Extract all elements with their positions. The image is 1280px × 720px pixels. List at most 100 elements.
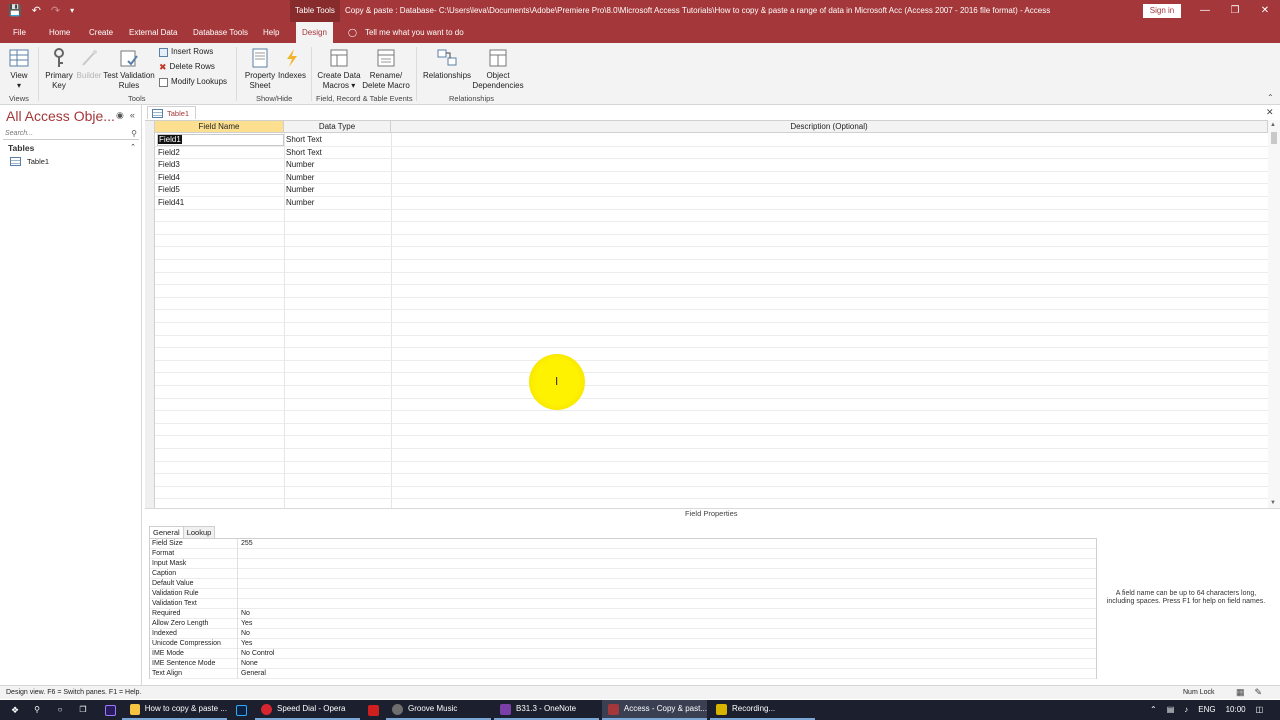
modify-lookups-button[interactable]: Modify Lookups <box>159 77 227 87</box>
datasheet-view-icon[interactable]: ▦ <box>1236 686 1245 699</box>
property-row[interactable]: Field Size 255 <box>150 539 1096 549</box>
table-row[interactable] <box>155 210 1268 223</box>
nav-group-tables[interactable]: Tables ⌃ <box>8 143 136 153</box>
field-name-cell[interactable]: Field2 <box>155 147 180 159</box>
table-row[interactable] <box>155 273 1268 286</box>
field-name-cell[interactable]: Field41 <box>155 197 184 209</box>
minimize-icon[interactable]: — <box>1190 0 1220 22</box>
undo-icon[interactable]: ↶ <box>32 4 41 18</box>
table-row[interactable] <box>155 449 1268 462</box>
start-button[interactable]: ❖ <box>5 700 25 720</box>
table-row[interactable] <box>155 260 1268 273</box>
row-selector-column[interactable] <box>145 121 155 509</box>
table-row[interactable] <box>155 298 1268 311</box>
clock[interactable]: 10:00 <box>1226 700 1246 720</box>
table-row[interactable] <box>155 373 1268 386</box>
field-name-cell[interactable]: Field4 <box>155 172 180 184</box>
tab-create[interactable]: Create <box>89 22 113 43</box>
data-type-cell[interactable]: Number <box>283 197 314 209</box>
column-header-description[interactable]: Description (Optional) <box>391 121 1268 133</box>
taskbar-item-opera[interactable]: Speed Dial - Opera <box>255 700 360 720</box>
scroll-up-icon[interactable]: ▲ <box>1270 122 1276 128</box>
collapse-group-icon[interactable]: ⌃ <box>130 143 136 151</box>
tab-external-data[interactable]: External Data <box>129 22 177 43</box>
customize-qat-icon[interactable]: ▾ <box>70 4 74 18</box>
table-row[interactable] <box>155 436 1268 449</box>
table-row[interactable]: Field3 Number <box>155 159 1268 172</box>
property-row[interactable]: Text Align General <box>150 669 1096 679</box>
restore-icon[interactable]: ❐ <box>1220 0 1250 22</box>
property-row[interactable]: Required No <box>150 609 1096 619</box>
field-name-cell[interactable]: Field3 <box>155 159 180 171</box>
data-type-cell[interactable]: Number <box>283 172 314 184</box>
rename-delete-macro-button[interactable]: Rename/Delete Macro <box>361 47 411 91</box>
table-row[interactable] <box>155 411 1268 424</box>
property-row[interactable]: Caption <box>150 569 1096 579</box>
property-value[interactable]: Yes <box>241 619 252 629</box>
test-validation-rules-button[interactable]: Test Validation Rules <box>103 47 155 91</box>
scroll-down-icon[interactable]: ▼ <box>1270 500 1276 506</box>
object-dependencies-button[interactable]: Object Dependencies <box>471 47 525 91</box>
collapse-ribbon-icon[interactable]: ⌃ <box>1267 93 1274 102</box>
table-row[interactable] <box>155 399 1268 412</box>
property-row[interactable]: Format <box>150 549 1096 559</box>
property-sheet-button[interactable]: Property Sheet <box>242 47 278 91</box>
taskbar-item-groove[interactable]: Groove Music <box>386 700 491 720</box>
taskbar-item-access[interactable]: Access - Copy & past... <box>602 700 707 720</box>
data-type-cell[interactable]: Short Text <box>283 147 322 159</box>
taskbar-item-recording[interactable]: Recording... <box>710 700 815 720</box>
table-row[interactable] <box>155 235 1268 248</box>
show-hidden-icons-icon[interactable]: ⌃ <box>1150 700 1157 720</box>
data-type-cell[interactable]: Number <box>283 159 314 171</box>
builder-button[interactable]: Builder <box>74 47 104 81</box>
language-indicator[interactable]: ENG <box>1198 700 1215 720</box>
column-header-data-type[interactable]: Data Type <box>284 121 391 133</box>
field-name-cell[interactable]: Field1 <box>155 134 182 146</box>
property-value[interactable]: 255 <box>241 539 253 549</box>
data-type-cell[interactable]: Number <box>283 184 314 196</box>
table-row[interactable] <box>155 323 1268 336</box>
property-row[interactable]: IME Mode No Control <box>150 649 1096 659</box>
field-name-cell[interactable]: Field5 <box>155 184 180 196</box>
tab-database-tools[interactable]: Database Tools <box>193 22 248 43</box>
sign-in-button[interactable]: Sign in <box>1143 4 1181 18</box>
view-button[interactable]: View ▾ <box>6 47 32 91</box>
nav-search-input[interactable]: Search... ⚲ <box>3 128 139 140</box>
close-icon[interactable]: ✕ <box>1250 0 1280 22</box>
table-row[interactable]: Field1 Short Text <box>155 134 1268 147</box>
column-header-field-name[interactable]: Field Name <box>155 121 284 133</box>
property-row[interactable]: Indexed No <box>150 629 1096 639</box>
acrobat-pinned-button[interactable] <box>366 700 380 720</box>
task-view-button[interactable]: ❐ <box>75 700 91 720</box>
table-row[interactable]: Field41 Number <box>155 197 1268 210</box>
property-row[interactable]: Unicode Compression Yes <box>150 639 1096 649</box>
table-row[interactable] <box>155 424 1268 437</box>
tab-file[interactable]: File <box>13 22 26 43</box>
photoshop-pinned-button[interactable] <box>234 700 248 720</box>
table-row[interactable] <box>155 474 1268 487</box>
collapse-pane-icon[interactable]: « <box>130 110 135 121</box>
property-row[interactable]: Allow Zero Length Yes <box>150 619 1096 629</box>
table-row[interactable] <box>155 487 1268 500</box>
property-value[interactable]: None <box>241 659 258 669</box>
property-row[interactable]: Default Value <box>150 579 1096 589</box>
relationships-button[interactable]: Relationships <box>421 47 473 81</box>
taskbar-item-explorer[interactable]: How to copy & paste ... <box>122 700 227 720</box>
table-row[interactable] <box>155 310 1268 323</box>
indexes-button[interactable]: Indexes <box>277 47 307 81</box>
scroll-thumb[interactable] <box>1271 132 1277 144</box>
property-value[interactable]: No <box>241 609 250 619</box>
redo-icon[interactable]: ↷ <box>51 4 60 18</box>
property-row[interactable]: Input Mask <box>150 559 1096 569</box>
table-row[interactable] <box>155 361 1268 374</box>
table-row[interactable]: Field4 Number <box>155 172 1268 185</box>
table-row[interactable] <box>155 348 1268 361</box>
table-row[interactable] <box>155 386 1268 399</box>
notifications-icon[interactable]: ◫ <box>1256 700 1264 720</box>
primary-key-button[interactable]: Primary Key <box>44 47 74 91</box>
nav-pane-title[interactable]: All Access Obje... <box>6 108 114 124</box>
nav-menu-icon[interactable]: ◉ <box>116 110 124 121</box>
document-tab-table1[interactable]: Table1 <box>147 106 197 119</box>
tab-help[interactable]: Help <box>263 22 279 43</box>
property-value[interactable]: Yes <box>241 639 252 649</box>
